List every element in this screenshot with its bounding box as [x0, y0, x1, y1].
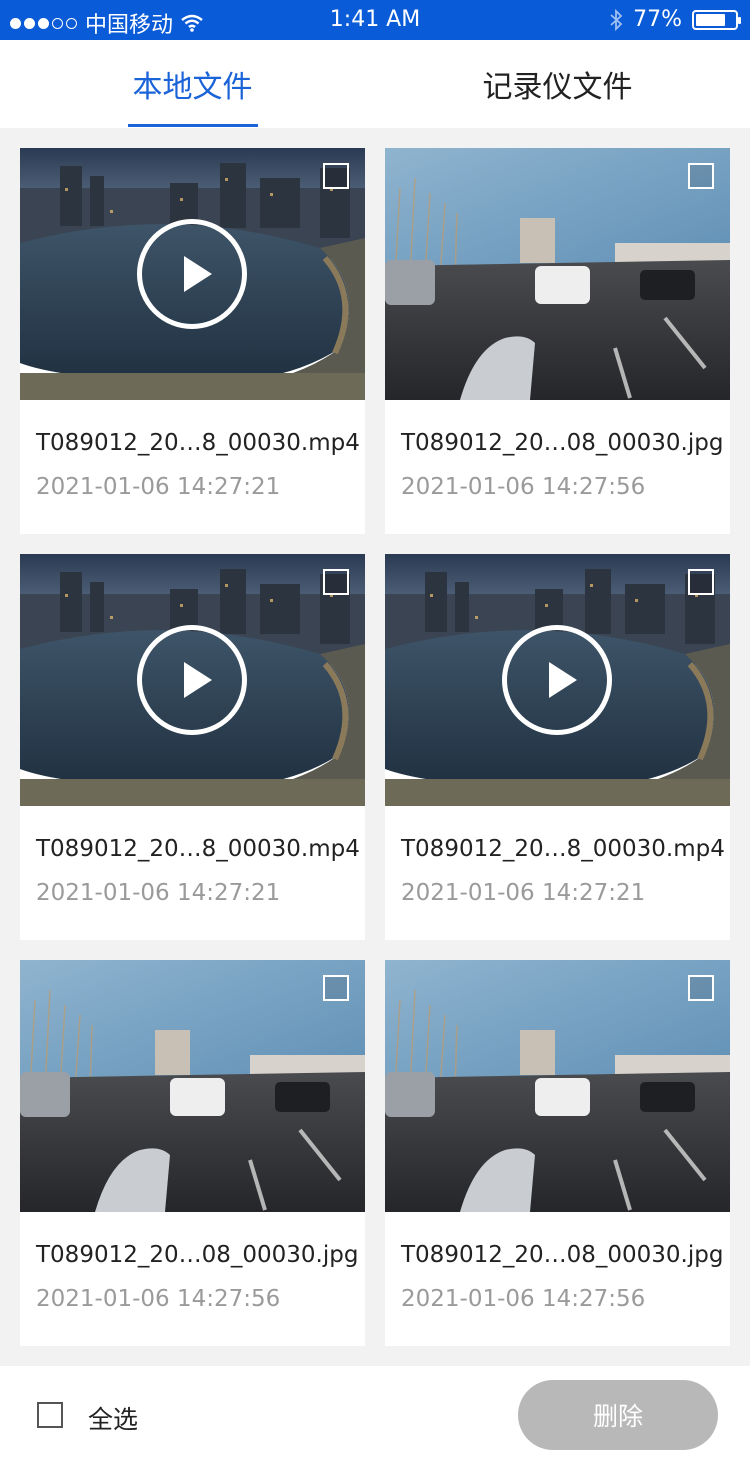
file-thumbnail[interactable]: [385, 554, 730, 806]
file-name: T089012_20…8_00030.mp4: [36, 836, 360, 862]
file-card[interactable]: T089012_20…08_00030.jpg 2021-01-06 14:27:…: [385, 960, 730, 1346]
tab-bar: 本地文件 记录仪文件: [0, 40, 750, 128]
road-scene: [385, 960, 730, 1212]
delete-button[interactable]: 删除: [518, 1380, 718, 1450]
tab-local-files[interactable]: 本地文件: [5, 40, 380, 128]
file-thumbnail[interactable]: [385, 148, 730, 400]
file-thumbnail[interactable]: [385, 960, 730, 1212]
file-name: T089012_20…8_00030.mp4: [36, 430, 360, 456]
select-checkbox[interactable]: [323, 569, 349, 595]
play-icon[interactable]: [502, 625, 612, 735]
select-checkbox[interactable]: [688, 975, 714, 1001]
play-icon[interactable]: [137, 219, 247, 329]
file-card[interactable]: T089012_20…8_00030.mp4 2021-01-06 14:27:2…: [20, 148, 365, 534]
file-thumbnail[interactable]: [20, 148, 365, 400]
file-card[interactable]: T089012_20…08_00030.jpg 2021-01-06 14:27:…: [20, 960, 365, 1346]
file-card[interactable]: T089012_20…08_00030.jpg 2021-01-06 14:27:…: [385, 148, 730, 534]
file-name: T089012_20…08_00030.jpg: [401, 430, 724, 456]
battery-percent: 77%: [633, 7, 682, 32]
tab-recorder-files[interactable]: 记录仪文件: [370, 40, 745, 128]
file-name: T089012_20…8_00030.mp4: [401, 836, 725, 862]
status-bar: 中国移动 1:41 AM 77%: [0, 0, 750, 40]
file-date: 2021-01-06 14:27:56: [401, 474, 646, 500]
file-date: 2021-01-06 14:27:21: [36, 880, 281, 906]
select-checkbox[interactable]: [323, 163, 349, 189]
road-scene: [385, 148, 730, 400]
play-icon[interactable]: [137, 625, 247, 735]
select-all-checkbox[interactable]: [37, 1402, 63, 1428]
file-thumbnail[interactable]: [20, 960, 365, 1212]
battery-fill: [696, 13, 726, 26]
select-checkbox[interactable]: [323, 975, 349, 1001]
bottom-action-bar: 全选 删除: [0, 1366, 750, 1464]
bluetooth-icon: [610, 8, 623, 31]
file-date: 2021-01-06 14:27:56: [36, 1286, 281, 1312]
file-name: T089012_20…08_00030.jpg: [36, 1242, 359, 1268]
file-date: 2021-01-06 14:27:21: [36, 474, 281, 500]
battery-icon: [692, 9, 741, 30]
active-tab-indicator: [128, 124, 258, 127]
file-date: 2021-01-06 14:27:21: [401, 880, 646, 906]
file-date: 2021-01-06 14:27:56: [401, 1286, 646, 1312]
file-card[interactable]: T089012_20…8_00030.mp4 2021-01-06 14:27:2…: [20, 554, 365, 940]
file-name: T089012_20…08_00030.jpg: [401, 1242, 724, 1268]
select-all-label[interactable]: 全选: [88, 1400, 138, 1436]
file-thumbnail[interactable]: [20, 554, 365, 806]
select-checkbox[interactable]: [688, 163, 714, 189]
file-card[interactable]: T089012_20…8_00030.mp4 2021-01-06 14:27:2…: [385, 554, 730, 940]
status-right: 77%: [609, 7, 741, 32]
road-scene: [20, 960, 365, 1212]
select-checkbox[interactable]: [688, 569, 714, 595]
